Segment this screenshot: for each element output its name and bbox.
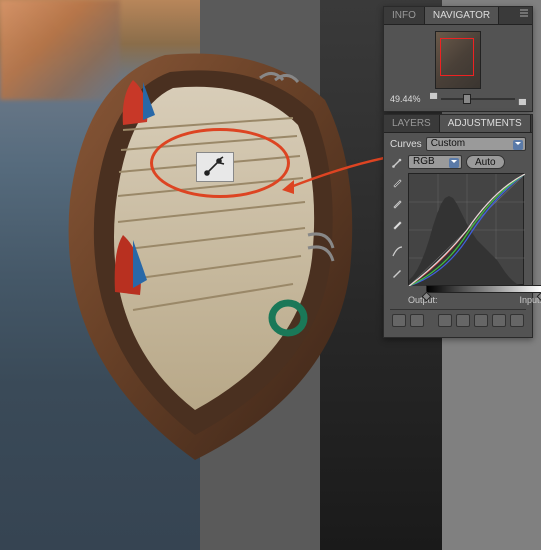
targeted-adjustment-tool-icon[interactable] <box>390 155 404 169</box>
zoom-percent: 49.44% <box>390 94 426 104</box>
adjustments-panel: LAYERS ADJUSTMENTS Curves Custom RGB Aut… <box>383 114 533 338</box>
expand-icon[interactable] <box>410 314 424 327</box>
trash-icon[interactable] <box>510 314 524 327</box>
curves-graph[interactable] <box>408 173 524 285</box>
navigator-panel: INFO NAVIGATOR 49.44% ▀ ▄ <box>383 6 533 112</box>
eyedropper-gray-icon[interactable] <box>390 196 404 210</box>
adjustment-type-label: Curves <box>390 139 422 150</box>
auto-button[interactable]: Auto <box>466 155 505 169</box>
return-icon[interactable] <box>392 314 406 327</box>
preset-select[interactable]: Custom <box>426 137 526 151</box>
input-gradient[interactable] <box>426 285 541 293</box>
visibility-icon[interactable] <box>456 314 470 327</box>
zoom-slider[interactable] <box>441 93 515 105</box>
zoom-out-icon[interactable]: ▀ <box>430 94 437 105</box>
channel-select[interactable]: RGB <box>408 155 462 169</box>
pencil-icon[interactable] <box>390 265 404 279</box>
tab-layers[interactable]: LAYERS <box>384 115 440 132</box>
clip-icon[interactable] <box>438 314 452 327</box>
eyedropper-white-icon[interactable] <box>390 217 404 231</box>
tab-info[interactable]: INFO <box>384 7 425 24</box>
tab-navigator[interactable]: NAVIGATOR <box>425 7 499 24</box>
panel-menu-icon[interactable] <box>519 8 531 18</box>
boat <box>15 40 375 470</box>
targeted-adjustment-inset <box>196 152 234 182</box>
zoom-in-icon[interactable]: ▄ <box>519 94 526 105</box>
image-canvas[interactable] <box>0 0 442 550</box>
navigator-view-rect[interactable] <box>440 38 474 76</box>
reset-icon[interactable] <box>492 314 506 327</box>
navigator-thumbnail[interactable] <box>435 31 481 89</box>
eyedropper-black-icon[interactable] <box>390 175 404 189</box>
previous-icon[interactable] <box>474 314 488 327</box>
tab-adjustments[interactable]: ADJUSTMENTS <box>440 115 531 132</box>
edit-points-icon[interactable] <box>390 244 404 258</box>
